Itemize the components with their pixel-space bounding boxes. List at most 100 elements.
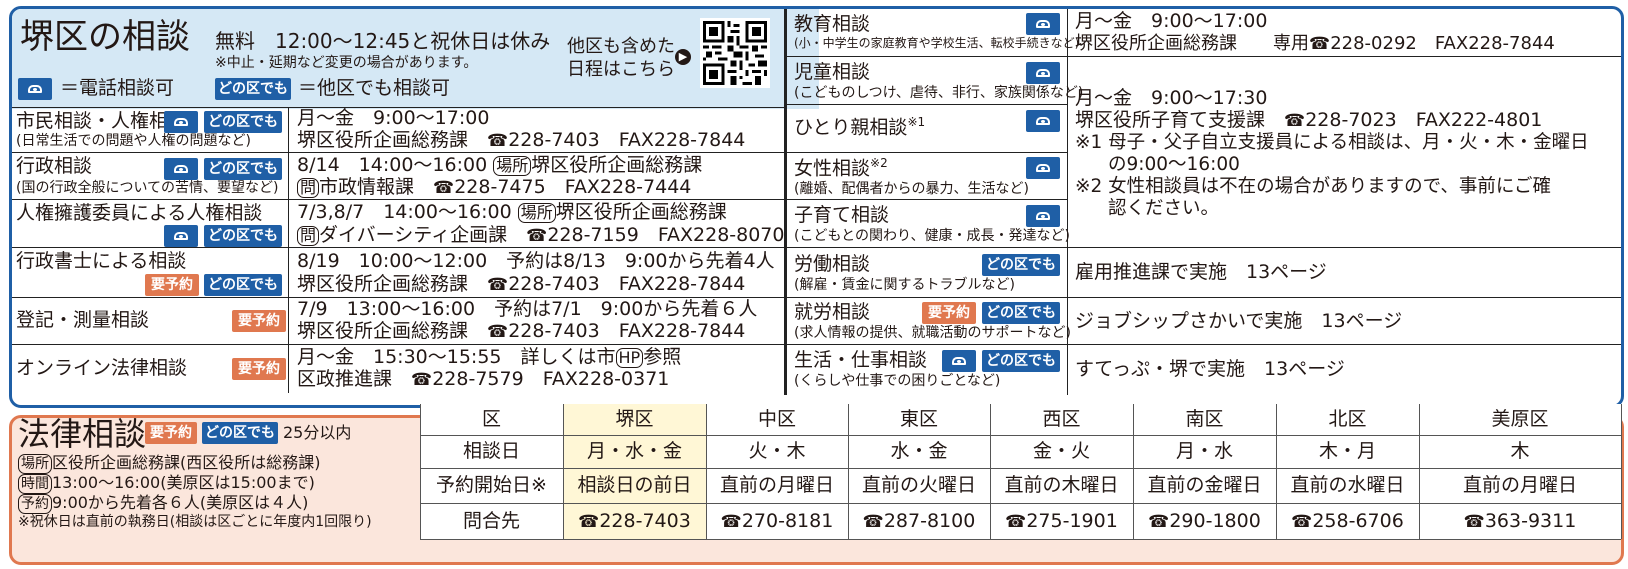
table-cell: 直前の木曜日	[1004, 474, 1119, 496]
phone-icon	[1036, 212, 1050, 220]
fax-number: FAX228-7444	[564, 176, 692, 198]
phone-icon	[952, 357, 966, 365]
row-title-text: 女性相談	[794, 157, 871, 180]
divider	[787, 152, 1067, 153]
phone-badge	[1026, 205, 1060, 227]
phone-badge	[1026, 62, 1060, 84]
contact-dept: ダイバーシティ企画課	[319, 224, 527, 246]
place-text: 堺区役所企画総務課	[555, 201, 727, 223]
phone-badge	[164, 158, 198, 180]
fax-number: FAX222-4801	[1415, 109, 1543, 131]
place-mark: 場所	[517, 203, 556, 223]
phone-legend-text: ＝電話相談可	[60, 77, 175, 99]
reserve-mark: 予約	[18, 494, 52, 514]
law-reserve-text: 9:00から先着各６人(美原区は４人)	[52, 493, 309, 512]
any-ward-badge: どの区でも	[982, 254, 1060, 276]
divider	[12, 199, 785, 200]
table-header: 西区	[1042, 408, 1081, 430]
row-schedule: 月～金 15:30～15:55 詳しくは市 HP 参照	[297, 346, 682, 369]
table-cell: 直前の火曜日	[861, 474, 976, 496]
contact-dept: 堺区役所企画総務課	[297, 320, 488, 342]
ask-mark: 問	[297, 178, 320, 198]
fax-number: FAX228-8070	[657, 224, 785, 246]
row-title: 女性相談※2	[794, 156, 888, 180]
row-title: 人権擁護委員による人権相談	[16, 202, 263, 224]
labor-info: 雇用推進課で実施 13ページ	[1075, 261, 1327, 283]
header-note: ※中止・延期など変更の場合があります。	[215, 55, 478, 71]
row-title: オンライン法律相談	[16, 357, 188, 379]
law-place-text: 区役所企画総務課(西区役所は総務課)	[52, 453, 321, 472]
row-schedule: 8/19 10:00～12:00 予約は8/13 9:00から先着4人	[297, 250, 775, 272]
row-title: 就労相談	[794, 301, 871, 323]
table-cell: 363-9311	[1419, 503, 1621, 539]
ask-mark: 問	[297, 226, 320, 246]
phone-number: 228-7579	[411, 368, 524, 390]
place-mark: 場所	[493, 156, 532, 176]
hp-mark: HP	[615, 348, 644, 368]
phone-number: 228-7403	[487, 129, 600, 151]
phone-number: 228-7403	[487, 273, 600, 295]
law-place: 場所 区役所企画総務課(西区役所は総務課)	[18, 453, 321, 474]
table-header: 堺区	[615, 408, 654, 430]
table-cell: 287-8100	[848, 503, 990, 539]
any-ward-badge: どの区でも	[204, 158, 282, 180]
table-cell: 金・火	[1032, 440, 1090, 462]
reservation-badge: 要予約	[922, 302, 976, 324]
table-header: 東区	[899, 408, 938, 430]
phone-number: 228-7403	[487, 320, 600, 342]
schedule-text: 参照	[643, 346, 682, 368]
table-rule	[420, 539, 1621, 540]
fax-number: FAX228-7844	[618, 129, 746, 151]
row-schedule: 7/3,8/7 14:00～16:00 場所 堺区役所企画総務課	[297, 201, 727, 224]
fax-number: FAX228-7844	[1434, 33, 1555, 54]
law-reserve: 予約 9:00から先着各６人(美原区は４人)	[18, 493, 309, 514]
divider	[787, 104, 1067, 105]
footnote-mark: ※2	[870, 156, 888, 170]
row-title: 行政相談	[16, 155, 93, 177]
row-subtitle: (くらしや仕事での困りごとなど)	[794, 373, 1001, 389]
phone-icon	[28, 85, 42, 93]
divider	[787, 247, 1621, 248]
qr-code-icon[interactable]	[700, 18, 770, 88]
row-subtitle: (解雇・賃金に関するトラブルなど)	[794, 277, 1015, 293]
other-ward-text-1: 他区も含めた	[567, 36, 675, 57]
phone-badge	[164, 111, 198, 133]
table-header: 中区	[757, 408, 796, 430]
note-1-cont: の9:00～16:00	[1108, 154, 1240, 175]
child-contact: 堺区役所子育て支援課 228-7023 FAX222-4801	[1075, 109, 1543, 132]
row-title: 教育相談	[794, 13, 871, 35]
row-contact: 問ダイバーシティ企画課 228-7159 FAX228-8070	[297, 224, 785, 247]
row-contact: 堺区役所企画総務課 228-7403 FAX228-7844	[297, 129, 746, 152]
reservation-badge: 要予約	[145, 422, 197, 444]
phone-badge	[1026, 157, 1060, 179]
phone-badge	[942, 350, 976, 372]
phone-icon	[1036, 164, 1050, 172]
contact-dept: 堺区役所企画総務課 専用	[1075, 33, 1309, 54]
phone-icon	[1036, 69, 1050, 77]
row-title-text: ひとり親相談	[794, 116, 908, 139]
note-1: ※1 母子・父子自立支援員による相談は、月・火・木・金曜日	[1075, 132, 1589, 153]
contact-dept: 区政推進課	[297, 368, 412, 390]
table-header: 美原区	[1491, 408, 1549, 430]
table-cell: 275-1901	[990, 503, 1133, 539]
divider	[12, 247, 785, 248]
other-ward-text-2: 日程はこちら	[567, 59, 675, 80]
phone-icon	[174, 165, 188, 173]
law-table: 区 堺区 中区 東区 西区 南区 北区 美原区 相談日 月・水・金 火・木 水・金 金・火 月・水 木・月 木…	[420, 404, 1622, 562]
any-ward-badge: どの区でも	[982, 302, 1060, 324]
row-title: ひとり親相談※1	[794, 115, 925, 139]
phone-icon	[1036, 20, 1050, 28]
any-ward-badge: どの区でも	[982, 350, 1060, 372]
table-rule	[1621, 404, 1622, 539]
job-info: ジョブシップさかいで実施 13ページ	[1075, 310, 1403, 332]
row-schedule: 8/14 14:00～16:00 場所 堺区役所企画総務課	[297, 154, 702, 177]
phone-icon	[174, 118, 188, 126]
law-note: ※祝休日は直前の執務日(相談は区ごとに年度内1回限り)	[18, 514, 372, 530]
divider	[787, 344, 1621, 345]
table-cell: 火・木	[748, 440, 806, 462]
contact-dept: 堺区役所企画総務課	[297, 273, 488, 295]
phone-number: 228-0292	[1309, 33, 1417, 54]
fax-number: FAX228-7844	[618, 273, 746, 295]
note-2: ※2 女性相談員は不在の場合がありますので、事前にご確	[1075, 176, 1552, 197]
arrow-right-icon: ▶	[675, 49, 691, 65]
